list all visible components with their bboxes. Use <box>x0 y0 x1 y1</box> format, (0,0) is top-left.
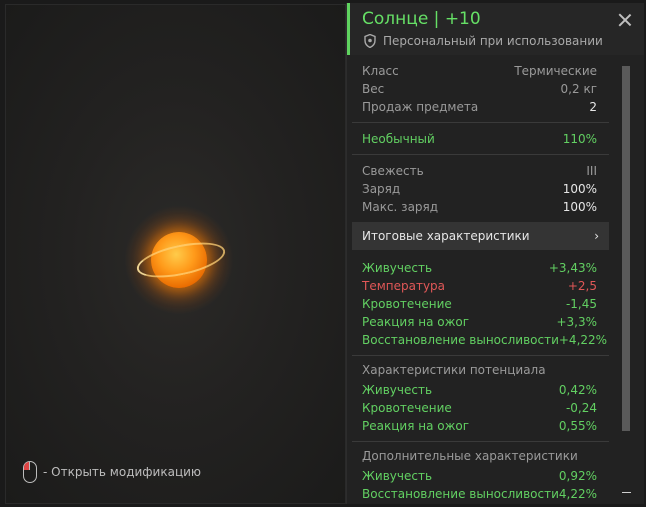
extra-vitality: Живучесть 0,92% <box>362 469 597 483</box>
state-row-freshness: Свежесть III <box>362 164 597 178</box>
extra-stamina-regen: Восстановление выносливости 4,22% <box>362 487 597 501</box>
window: - Открыть модификацию Солнце | +10 Персо… <box>0 0 646 507</box>
item-title: Солнце | +10 <box>362 9 481 29</box>
divider <box>352 122 609 123</box>
item-info-panel: Солнце | +10 Персональный при использова… <box>346 3 644 504</box>
divider <box>352 355 609 356</box>
potential-burn-reaction: Реакция на ожог 0,55% <box>362 419 597 433</box>
final-stat-bleeding: Кровотечение -1,45 <box>362 297 597 311</box>
binding-status: Персональный при использовании <box>364 34 603 48</box>
divider <box>352 441 609 442</box>
hint-label: - Открыть модификацию <box>43 465 202 479</box>
shield-icon <box>364 34 376 48</box>
scrollbar[interactable] <box>622 66 630 431</box>
scrollbar-thumb[interactable] <box>622 66 630 431</box>
extra-title: Дополнительные характеристики <box>362 449 578 463</box>
open-modification-hint: - Открыть модификацию <box>23 461 201 483</box>
state-row-max-charge: Макс. заряд 100% <box>362 200 597 214</box>
final-stats-toggle[interactable]: Итоговые характеристики › <box>352 222 609 250</box>
stats-list[interactable]: Класс Термические Вес 0,2 кг Продаж пред… <box>347 58 644 504</box>
final-stat-temperature: Температура +2,5 <box>362 279 597 293</box>
final-stat-vitality: Живучесть +3,43% <box>362 261 597 275</box>
chevron-right-icon: › <box>594 229 599 243</box>
mouse-left-click-icon <box>23 461 37 483</box>
potential-vitality: Живучесть 0,42% <box>362 383 597 397</box>
item-header: Солнце | +10 Персональный при использова… <box>347 3 644 55</box>
divider <box>352 154 609 155</box>
final-stats-label: Итоговые характеристики <box>362 229 530 243</box>
info-row-sell-count: Продаж предмета 2 <box>362 100 597 114</box>
item-preview[interactable]: - Открыть модификацию <box>5 4 346 504</box>
binding-label: Персональный при использовании <box>383 34 603 48</box>
final-stat-burn-reaction: Реакция на ожог +3,3% <box>362 315 597 329</box>
info-row-class: Класс Термические <box>362 64 597 78</box>
rarity-row: Необычный 110% <box>362 132 597 146</box>
sun-artifact-image <box>124 205 234 315</box>
scroll-end-marker <box>622 492 631 493</box>
final-stat-stamina-regen: Восстановление выносливости +4,22% <box>362 333 608 347</box>
potential-bleeding: Кровотечение -0,24 <box>362 401 597 415</box>
state-row-charge: Заряд 100% <box>362 182 597 196</box>
potential-title: Характеристики потенциала <box>362 363 546 377</box>
close-button[interactable] <box>618 13 632 27</box>
info-row-weight: Вес 0,2 кг <box>362 82 597 96</box>
